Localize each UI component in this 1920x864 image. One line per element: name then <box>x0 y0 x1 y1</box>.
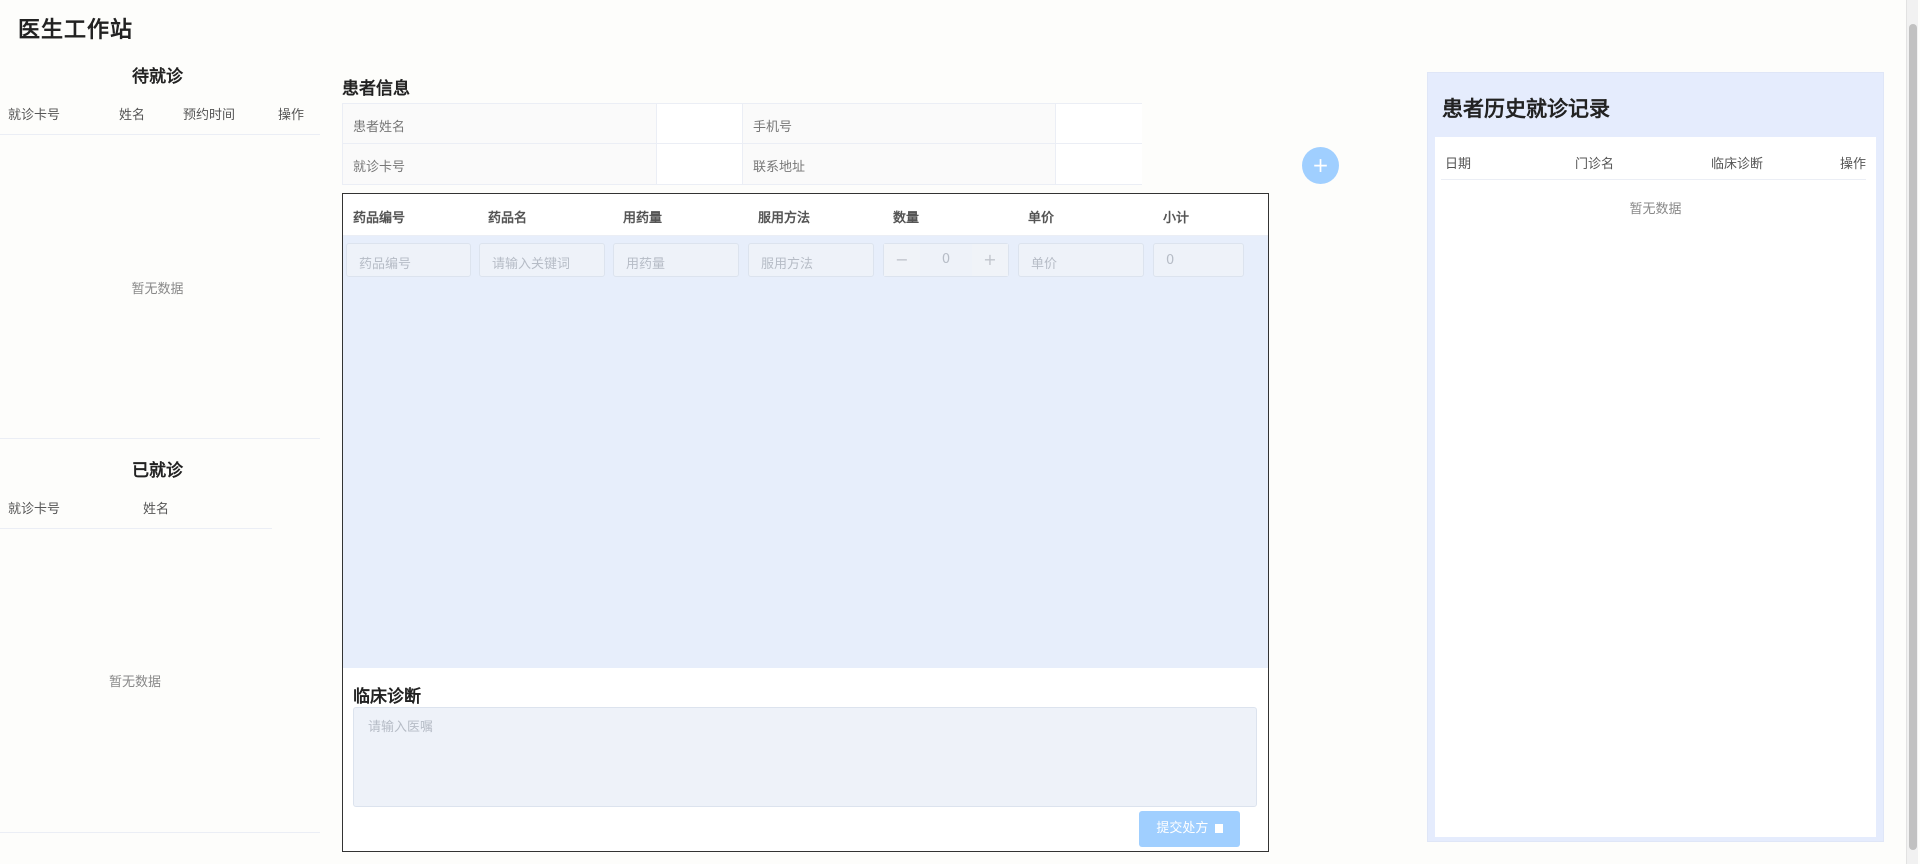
patient-phone-label: 手机号 <box>743 104 1056 144</box>
prescription-table-body: 药品编号 请输入关键词 用药量 服用方法 − 0 + 单价 0 <box>343 236 1268 668</box>
app-title: 医生工作站 <box>18 18 134 43</box>
done-col-name[interactable]: 姓名 <box>143 498 169 517</box>
scrollbar-thumb[interactable] <box>1909 24 1917 850</box>
rx-col-quantity: 数量 <box>893 211 920 226</box>
waiting-col-time[interactable]: 预约时间 <box>183 104 235 123</box>
patient-name-label: 患者姓名 <box>343 104 657 144</box>
waiting-col-name[interactable]: 姓名 <box>119 104 145 123</box>
diagnosis-title: 临床诊断 <box>353 687 421 707</box>
done-panel-divider <box>0 832 320 833</box>
history-table: 日期 门诊名 临床诊断 操作 暂无数据 <box>1435 137 1876 837</box>
quantity-decrease-button[interactable]: − <box>884 244 920 276</box>
history-col-diagnosis[interactable]: 临床诊断 <box>1711 153 1763 172</box>
waiting-table-header: 就诊卡号 姓名 预约时间 操作 <box>0 104 320 124</box>
drug-name-input[interactable]: 请输入关键词 <box>479 243 605 277</box>
prescription-table-header: 药品编号 药品名 用药量 服用方法 数量 单价 小计 <box>343 194 1268 236</box>
done-header-divider <box>0 528 272 529</box>
waiting-col-action[interactable]: 操作 <box>278 104 304 123</box>
waiting-col-card[interactable]: 就诊卡号 <box>8 104 60 123</box>
waiting-panel-divider <box>0 438 320 439</box>
prescription-panel: 药品编号 药品名 用药量 服用方法 数量 单价 小计 药品编号 请输入关键词 用… <box>342 193 1269 852</box>
waiting-panel-title: 待就诊 <box>132 67 183 87</box>
add-drug-button[interactable]: + <box>1302 147 1339 184</box>
history-col-clinic[interactable]: 门诊名 <box>1575 153 1614 172</box>
quantity-value[interactable]: 0 <box>920 244 972 276</box>
patient-phone-value <box>1056 104 1142 144</box>
patient-info-title: 患者信息 <box>342 79 410 99</box>
subtotal-input[interactable]: 0 <box>1153 243 1244 277</box>
rx-col-dosage: 用药量 <box>623 211 663 226</box>
history-header-divider <box>1441 179 1866 180</box>
diagnosis-textarea[interactable]: 请输入医嘱 <box>353 707 1257 807</box>
rx-col-price: 单价 <box>1028 211 1055 226</box>
rx-col-code: 药品编号 <box>353 211 406 226</box>
patient-name-value <box>657 104 743 144</box>
patient-address-value <box>1056 144 1142 184</box>
history-empty-text: 暂无数据 <box>1629 202 1682 217</box>
patient-card-value <box>657 144 743 184</box>
done-panel-title: 已就诊 <box>132 461 183 481</box>
quantity-increase-button[interactable]: + <box>972 244 1008 276</box>
document-icon <box>1214 824 1223 833</box>
drug-code-input[interactable]: 药品编号 <box>346 243 471 277</box>
price-input[interactable]: 单价 <box>1018 243 1144 277</box>
patient-address-label: 联系地址 <box>743 144 1056 184</box>
submit-prescription-label: 提交处方 <box>1156 821 1209 836</box>
history-table-header: 日期 门诊名 临床诊断 操作 <box>1435 137 1876 179</box>
dosage-input[interactable]: 用药量 <box>613 243 739 277</box>
history-col-date[interactable]: 日期 <box>1445 153 1471 172</box>
waiting-empty-text: 暂无数据 <box>131 282 184 297</box>
done-empty-text: 暂无数据 <box>108 675 161 690</box>
patient-card-label: 就诊卡号 <box>343 144 657 184</box>
patient-info-table: 患者姓名 手机号 就诊卡号 联系地址 <box>342 103 1142 185</box>
history-col-action[interactable]: 操作 <box>1840 153 1866 172</box>
rx-col-subtotal: 小计 <box>1163 211 1190 226</box>
usage-input[interactable]: 服用方法 <box>748 243 874 277</box>
history-panel: 患者历史就诊记录 日期 门诊名 临床诊断 操作 暂无数据 <box>1427 72 1884 842</box>
waiting-header-divider <box>0 134 320 135</box>
rx-col-usage: 服用方法 <box>758 211 811 226</box>
submit-prescription-button[interactable]: 提交处方 <box>1139 811 1240 847</box>
rx-col-name: 药品名 <box>488 211 528 226</box>
done-col-card[interactable]: 就诊卡号 <box>8 498 60 517</box>
done-table-header: 就诊卡号 姓名 <box>0 498 280 518</box>
quantity-stepper[interactable]: − 0 + <box>883 243 1009 277</box>
history-title: 患者历史就诊记录 <box>1442 97 1610 121</box>
page-scrollbar[interactable] <box>1906 0 1918 864</box>
